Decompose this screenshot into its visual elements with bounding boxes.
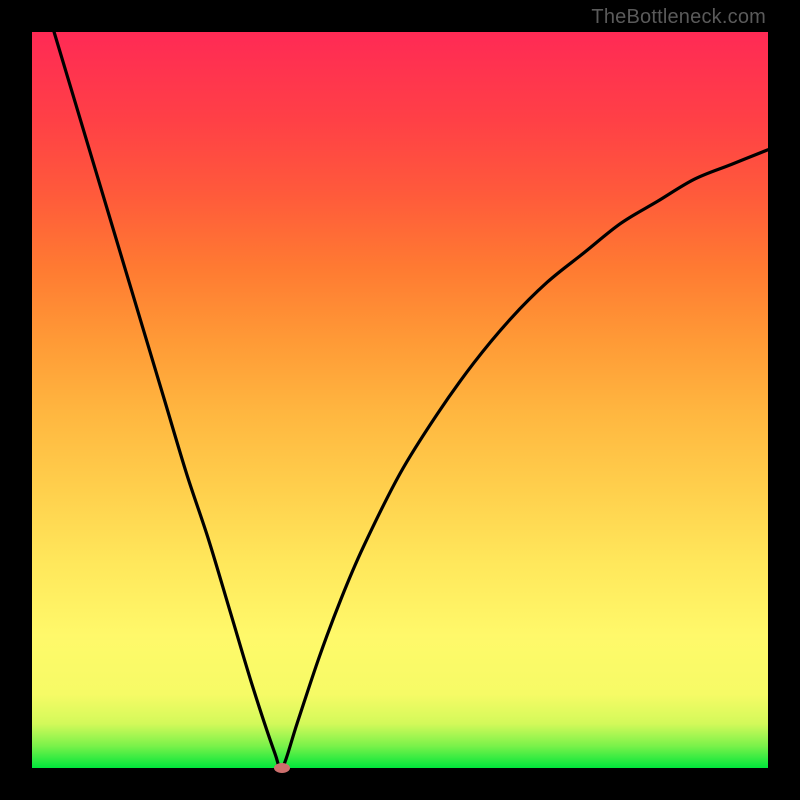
chart-frame: TheBottleneck.com <box>0 0 800 800</box>
minimum-marker <box>274 763 290 773</box>
bottleneck-curve <box>32 32 768 768</box>
plot-area <box>32 32 768 768</box>
watermark-text: TheBottleneck.com <box>591 6 766 29</box>
